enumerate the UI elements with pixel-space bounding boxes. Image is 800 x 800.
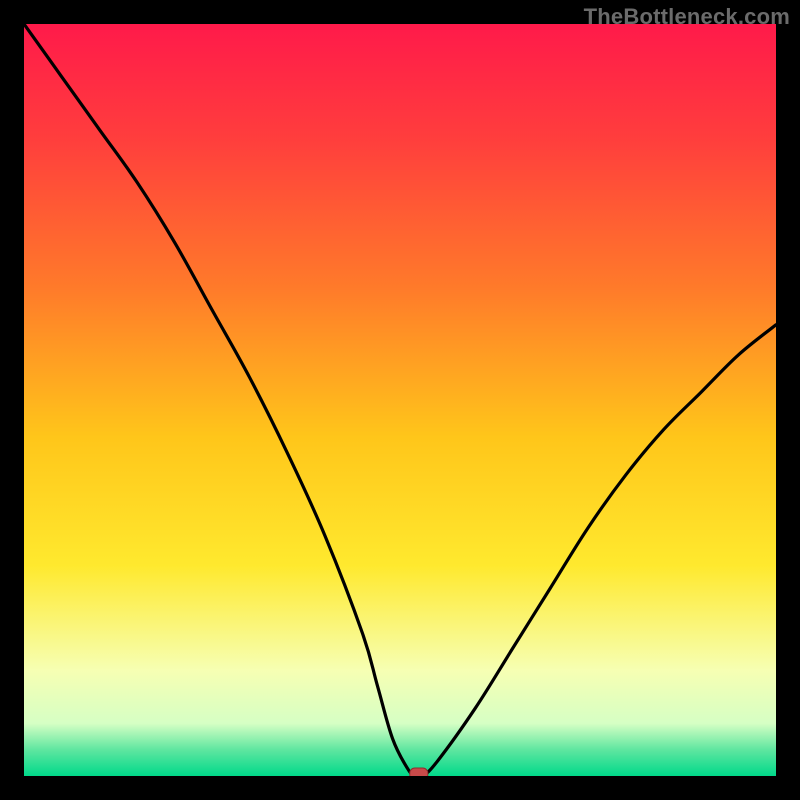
gradient-background	[24, 24, 776, 776]
watermark-text: TheBottleneck.com	[584, 4, 790, 30]
chart-svg	[24, 24, 776, 776]
plot-area	[24, 24, 776, 776]
optimum-marker	[410, 768, 428, 776]
chart-frame: TheBottleneck.com	[0, 0, 800, 800]
